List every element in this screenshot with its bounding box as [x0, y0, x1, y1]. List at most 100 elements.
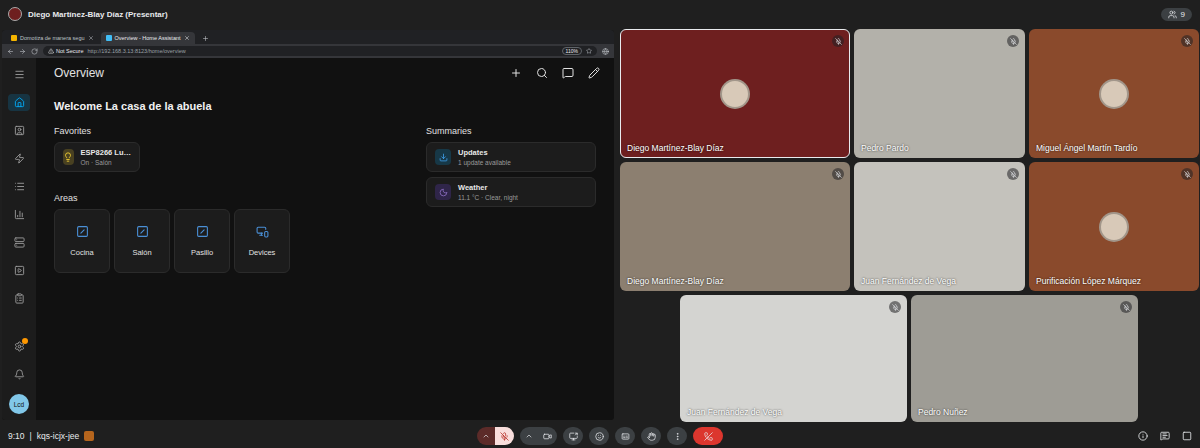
sidebar-item[interactable]: [8, 206, 30, 223]
area-tile[interactable]: Cocina: [54, 209, 110, 273]
update-badge: [22, 338, 28, 344]
raise-hand-button[interactable]: [641, 427, 661, 445]
participant-tile[interactable]: Pedro Pardo: [854, 29, 1025, 158]
forward-icon[interactable]: [19, 48, 26, 55]
plus-icon[interactable]: [202, 35, 209, 42]
area-tile[interactable]: Pasillo: [174, 209, 230, 273]
sidebar-icon: [14, 209, 25, 220]
people-icon: [1168, 10, 1177, 19]
participant-tile[interactable]: Miguel Ángel Martín Tardío: [1029, 29, 1199, 158]
area-tile[interactable]: Salón: [114, 209, 170, 273]
present-button[interactable]: [563, 427, 583, 445]
download-icon: [435, 149, 451, 165]
camera-icon[interactable]: [543, 432, 552, 441]
search-icon[interactable]: [536, 67, 548, 79]
sidebar-item[interactable]: [8, 94, 30, 111]
right-column: SummariesUpdates1 update availableWeathe…: [426, 126, 596, 273]
browser-tab[interactable]: Domotiza de manera segu: [6, 32, 99, 44]
close-icon[interactable]: [88, 35, 94, 41]
pencil-icon[interactable]: [588, 67, 600, 79]
left-column: Favorites ESP8266 Lu…On · Salón Areas Cocin…: [54, 126, 396, 273]
sidebar-item[interactable]: [8, 150, 30, 167]
hand-icon: [647, 432, 656, 441]
mic-off-icon: [1181, 35, 1193, 47]
participants-button[interactable]: 9: [1161, 8, 1192, 21]
participant-avatar: [1099, 212, 1129, 242]
menu-button[interactable]: [8, 66, 30, 83]
area-tile[interactable]: Devices: [234, 209, 290, 273]
sidebar-item[interactable]: [8, 178, 30, 195]
notifications-button[interactable]: [8, 366, 30, 383]
favicon-icon: [106, 35, 112, 41]
browser-tab[interactable]: Overview - Home Assistant: [101, 32, 195, 44]
home-assistant: Lcd Overview Welcome La casa de la abuela F…: [2, 58, 614, 420]
settings-button[interactable]: [8, 338, 30, 355]
area-icon: [196, 225, 209, 238]
participant-tile[interactable]: Pedro Nuñez: [911, 295, 1138, 422]
sidebar-item[interactable]: [8, 290, 30, 307]
summary-card[interactable]: Weather11.1 °C · Clear, night: [426, 177, 596, 207]
side-actions: [892, 431, 1192, 441]
mic-off-icon: [832, 35, 844, 47]
mic-off-icon[interactable]: [500, 432, 509, 441]
reload-icon[interactable]: [31, 48, 38, 55]
end-call-button[interactable]: [693, 427, 723, 445]
zoom-badge[interactable]: 110%: [562, 47, 582, 55]
menu-icon[interactable]: [14, 69, 25, 80]
participant-tile[interactable]: Juan Fernández de Vega: [680, 295, 907, 422]
info-icon[interactable]: [1138, 431, 1148, 441]
user-avatar[interactable]: Lcd: [9, 394, 29, 414]
ha-sidebar: Lcd: [2, 58, 36, 420]
more-button[interactable]: [667, 427, 687, 445]
separator: |: [30, 431, 32, 441]
url-field[interactable]: Not Securehttp://192.168.3.13:8123/home/…: [43, 46, 597, 56]
activities-icon[interactable]: [1182, 431, 1192, 441]
participant-tile[interactable]: Diego Martínez-Blay Díaz: [620, 29, 850, 158]
section-heading: Favorites: [54, 126, 396, 136]
page-title: Overview: [54, 66, 104, 80]
reactions-button[interactable]: [589, 427, 609, 445]
sidebar-icon: [14, 265, 25, 276]
section-heading: Areas: [54, 193, 396, 203]
mic-off-icon: [1007, 35, 1019, 47]
participant-tile[interactable]: Juan Fernández de Vega: [854, 162, 1025, 291]
new-tab-button[interactable]: [197, 32, 214, 44]
sidebar-item[interactable]: [8, 234, 30, 251]
back-icon[interactable]: [7, 48, 14, 55]
participant-name: Diego Martínez-Blay Díaz: [627, 276, 724, 286]
area-row: CocinaSalónPasilloDevices: [54, 209, 396, 273]
camera-control[interactable]: [520, 427, 557, 445]
more-icon: [673, 432, 682, 441]
devices-icon: [256, 225, 269, 238]
profile-icon[interactable]: [602, 48, 609, 55]
participant-name: Miguel Ángel Martín Tardío: [1036, 143, 1137, 153]
mic-off-icon: [832, 168, 844, 180]
captions-button[interactable]: [615, 427, 635, 445]
mic-control[interactable]: [477, 427, 514, 445]
participant-tile[interactable]: Diego Martínez-Blay Díaz: [620, 162, 850, 291]
participant-name: Juan Fernández de Vega: [687, 407, 782, 417]
chevron-icon[interactable]: [525, 432, 533, 440]
assist-icon[interactable]: [562, 67, 574, 79]
mic-off-icon: [1181, 168, 1193, 180]
plus-icon[interactable]: [510, 67, 522, 79]
sidebar-item[interactable]: [8, 262, 30, 279]
close-icon[interactable]: [184, 35, 190, 41]
bottom-bar: 9:10|kqs-icjx-jee: [0, 424, 1200, 448]
sidebar-icon: [14, 97, 25, 108]
chat-icon[interactable]: [1160, 431, 1170, 441]
welcome-heading: Welcome La casa de la abuela: [54, 100, 596, 112]
ha-content: Welcome La casa de la abuela Favorites ESP…: [36, 88, 614, 420]
sidebar-item[interactable]: [8, 122, 30, 139]
chevron-icon[interactable]: [482, 432, 490, 440]
summary-card[interactable]: Updates1 update available: [426, 142, 596, 172]
star-icon[interactable]: [586, 48, 592, 54]
area-icon: [76, 225, 89, 238]
participant-tile[interactable]: Purificación López Márquez: [1029, 162, 1199, 291]
browser-window: Domotiza de manera seguOverview - Home A…: [2, 30, 614, 420]
tile-row: Juan Fernández de Vega Pedro Nuñez: [620, 295, 1200, 422]
favorite-card[interactable]: ESP8266 Lu…On · Salón: [54, 142, 140, 172]
light-icon: [63, 149, 74, 165]
area-icon: [136, 225, 149, 238]
sidebar-icon: [14, 153, 25, 164]
